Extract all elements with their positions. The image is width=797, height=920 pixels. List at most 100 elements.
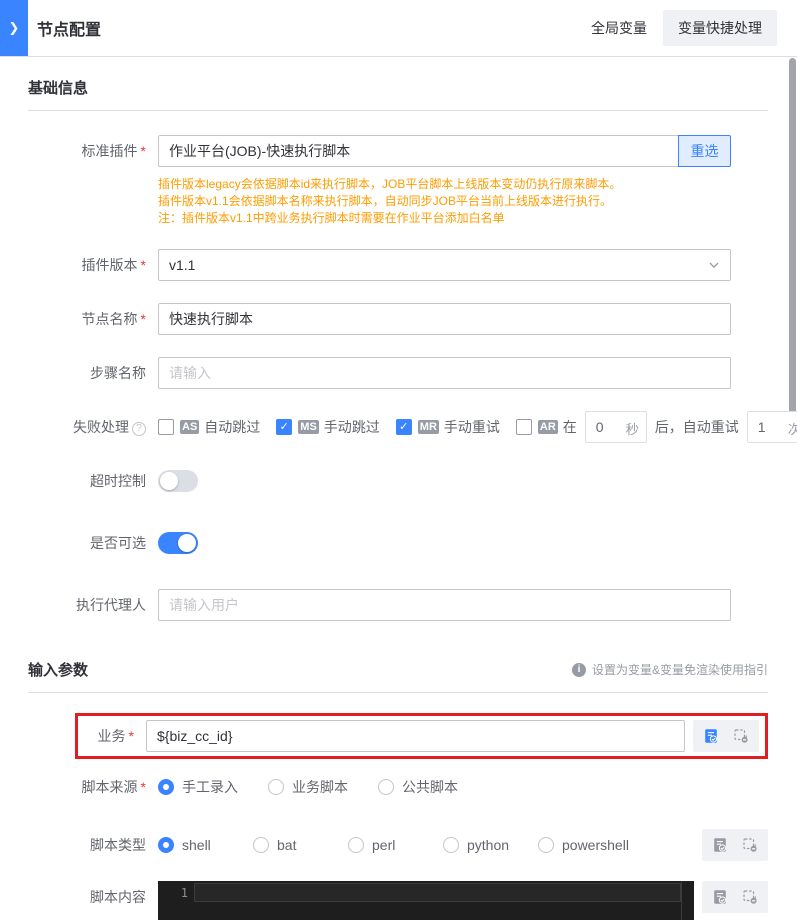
form-row-timeout: 超时控制 xyxy=(28,465,768,497)
global-variables-link[interactable]: 全局变量 xyxy=(591,18,647,38)
checkbox-manual-retry[interactable]: ✓ xyxy=(395,419,412,435)
radio-icon xyxy=(538,837,554,853)
editor-line-number: 1 xyxy=(180,886,188,900)
step-name-label: 步骤名称 xyxy=(90,365,146,381)
reselect-plugin-button[interactable]: 重选 xyxy=(678,135,731,167)
radio-label: 公共脚本 xyxy=(402,779,458,795)
info-icon: i xyxy=(571,662,586,677)
radio-business-script[interactable]: 业务脚本 xyxy=(268,777,348,797)
divider xyxy=(28,692,768,693)
form-row-plugin-version: 插件版本 * v1.1 xyxy=(28,249,768,281)
set-as-variable-icon[interactable] xyxy=(703,728,719,744)
radio-icon xyxy=(443,837,459,853)
check-icon: ✓ xyxy=(399,420,409,433)
collapse-panel-button[interactable]: ❯ xyxy=(0,0,28,56)
form-row-optional: 是否可选 xyxy=(28,527,768,559)
tip-line: 插件版本legacy会依据脚本id来执行脚本，JOB平台脚本上线版本变动仍执行原… xyxy=(158,177,622,191)
panel-body: 基础信息 标准插件* 重选 插件版本legacy会依据脚本id来执行脚本，JOB… xyxy=(0,57,797,920)
vertical-scrollbar[interactable] xyxy=(789,58,796,420)
set-as-variable-icon[interactable] xyxy=(712,889,728,905)
radio-icon xyxy=(253,837,269,853)
help-icon[interactable]: ? xyxy=(132,422,146,436)
radio-manual-entry[interactable]: 手工录入 xyxy=(158,777,238,797)
radio-icon xyxy=(378,779,394,795)
radio-label: perl xyxy=(372,837,396,853)
auto-retry-prefix: 在 xyxy=(562,419,577,435)
required-asterisk: * xyxy=(140,143,146,159)
plugin-version-select[interactable]: v1.1 xyxy=(158,249,731,281)
checkbox-auto-skip[interactable]: ✓ xyxy=(158,419,174,435)
render-free-icon[interactable] xyxy=(742,837,758,853)
form-row-standard-plugin: 标准插件* 重选 插件版本legacy会依据脚本id来执行脚本，JOB平台脚本上… xyxy=(28,135,768,227)
failure-handling-options: ✓ AS 自动跳过 ✓ MS 手动跳过 ✓ MR 手动重试 ✓ AR 在 秒 xyxy=(158,411,797,443)
toggle-knob xyxy=(178,534,196,552)
times-unit: 次 xyxy=(787,422,797,437)
input-params-section-header: 输入参数 i 设置为变量&变量免渲染使用指引 xyxy=(28,659,768,680)
form-row-script-source: 脚本来源 * 手工录入 业务脚本 公共脚本 xyxy=(28,771,768,803)
manual-retry-label: 手动重试 xyxy=(443,419,500,435)
auto-retry-middle-text: 后，自动重试 xyxy=(654,419,739,435)
render-free-icon[interactable] xyxy=(742,889,758,905)
business-variable-actions xyxy=(693,720,759,752)
editor-scrollbar-track xyxy=(681,881,682,920)
required-asterisk: * xyxy=(140,311,146,327)
timeout-toggle[interactable] xyxy=(158,470,198,492)
script-source-options: 手工录入 业务脚本 公共脚本 xyxy=(158,771,768,803)
page-title: 节点配置 xyxy=(37,22,102,39)
script-content-variable-actions xyxy=(702,881,768,913)
badge-ms: MS xyxy=(298,420,319,434)
badge-as: AS xyxy=(180,420,200,434)
radio-python[interactable]: python xyxy=(443,837,538,853)
panel-header: ❯ 节点配置 全局变量 变量快捷处理 xyxy=(0,0,797,57)
node-config-panel: ❯ 节点配置 全局变量 变量快捷处理 基础信息 标准插件* 重选 插 xyxy=(0,0,797,920)
script-code-editor[interactable]: 1 xyxy=(158,881,694,920)
retry-times-field: 次 xyxy=(746,411,797,443)
standard-plugin-input[interactable] xyxy=(158,135,679,167)
radio-label: python xyxy=(467,837,510,853)
radio-icon xyxy=(268,779,284,795)
radio-shell[interactable]: shell xyxy=(158,837,253,853)
radio-label: 业务脚本 xyxy=(292,779,348,795)
optional-label: 是否可选 xyxy=(90,535,146,551)
render-free-icon[interactable] xyxy=(733,728,749,744)
business-label: 业务 * xyxy=(97,728,134,744)
radio-perl[interactable]: perl xyxy=(348,837,443,853)
radio-bat[interactable]: bat xyxy=(253,837,348,853)
form-row-failure-handling: 失败处理? ✓ AS 自动跳过 ✓ MS 手动跳过 ✓ MR 手动重试 ✓ AR… xyxy=(28,411,797,443)
step-name-input[interactable] xyxy=(158,357,731,389)
agent-label: 执行代理人 xyxy=(76,597,146,613)
optional-toggle[interactable] xyxy=(158,532,198,554)
basic-info-section-header: 基础信息 xyxy=(28,77,768,98)
radio-label: powershell xyxy=(562,837,629,853)
agent-input[interactable] xyxy=(158,589,731,621)
checkbox-manual-skip[interactable]: ✓ xyxy=(276,419,293,435)
standard-plugin-label: 标准插件 * xyxy=(81,143,146,159)
radio-label: shell xyxy=(182,837,211,853)
variable-quick-process-button[interactable]: 变量快捷处理 xyxy=(663,10,777,46)
section-title-basic-info: 基础信息 xyxy=(28,80,89,97)
required-asterisk: * xyxy=(128,728,134,744)
form-row-script-content: 脚本内容 1 xyxy=(28,881,768,920)
form-row-agent: 执行代理人 xyxy=(28,589,768,621)
plugin-version-label: 插件版本 * xyxy=(81,257,146,273)
required-asterisk: * xyxy=(140,257,146,273)
set-as-variable-icon[interactable] xyxy=(712,837,728,853)
node-name-label: 节点名称 * xyxy=(81,311,146,327)
check-icon: ✓ xyxy=(279,420,289,433)
required-asterisk: * xyxy=(140,779,146,795)
radio-icon xyxy=(348,837,364,853)
node-name-input[interactable] xyxy=(158,303,731,335)
chevron-down-icon xyxy=(709,262,719,269)
radio-public-script[interactable]: 公共脚本 xyxy=(378,777,458,797)
tip-line: 插件版本v1.1会依据脚本名称来执行脚本，自动同步JOB平台当前上线版本进行执行… xyxy=(158,194,613,208)
checkbox-auto-retry[interactable]: ✓ xyxy=(515,419,532,435)
radio-icon xyxy=(158,779,174,795)
radio-powershell[interactable]: powershell xyxy=(538,837,629,853)
business-input[interactable] xyxy=(146,720,685,752)
script-type-options: shell bat perl python powershell xyxy=(158,829,768,861)
variable-guide-link[interactable]: i 设置为变量&变量免渲染使用指引 xyxy=(571,661,768,678)
plugin-version-tips: 插件版本legacy会依据脚本id来执行脚本，JOB平台脚本上线版本变动仍执行原… xyxy=(158,176,768,227)
business-row-annotation: 业务 * xyxy=(75,713,768,759)
radio-label: bat xyxy=(277,837,297,853)
seconds-unit: 秒 xyxy=(625,422,639,437)
